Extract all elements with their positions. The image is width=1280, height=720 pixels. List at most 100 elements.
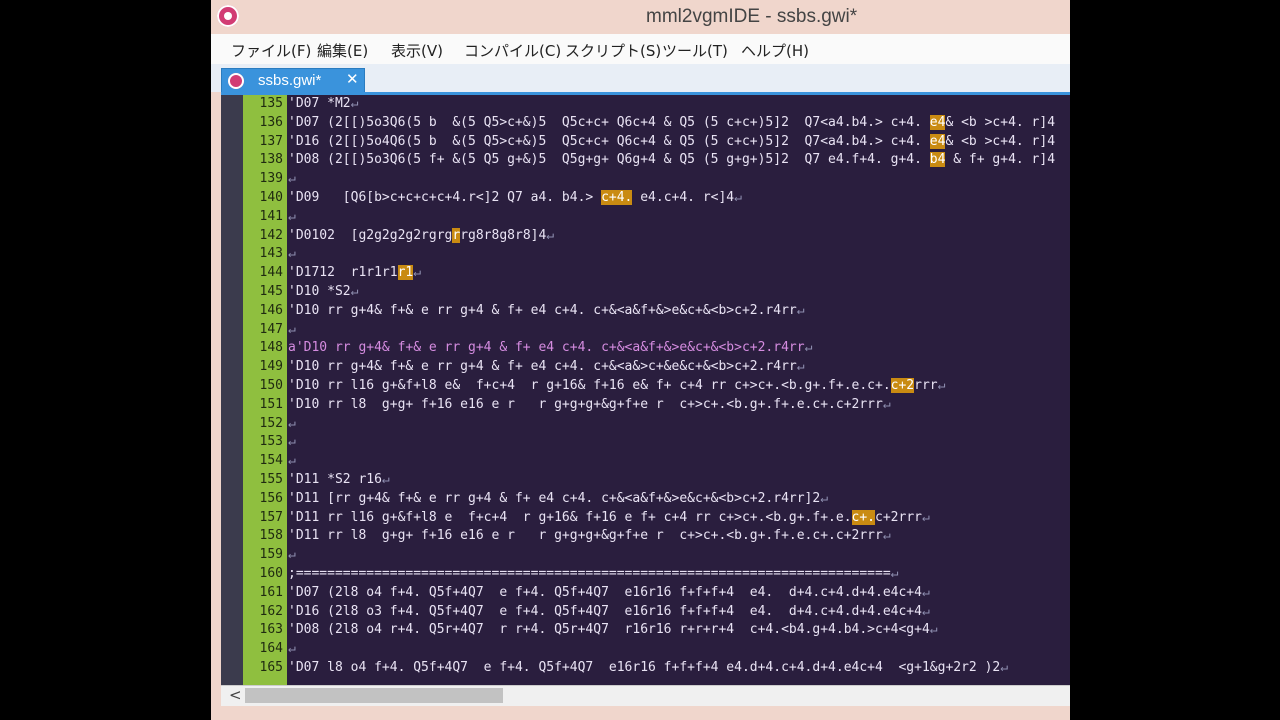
menu-item-1[interactable]: 編集(E) (317, 40, 368, 61)
code-line[interactable]: 'D16 (2l8 o3 f+4. Q5f+4Q7 e f+4. Q5f+4Q7… (288, 604, 930, 619)
line-number: 151 (259, 396, 283, 412)
code-line[interactable]: ↵ (288, 246, 296, 261)
code-text: & f+ g+4. r]4 (945, 152, 1056, 168)
code-text: 'D11 [rr g+4& f+& e rr g+4 & f+ e4 c+4. … (288, 490, 821, 506)
line-number: 136 (259, 114, 283, 130)
code-text: 'D10 rr g+4& f+& e rr g+4 & f+ e4 c+4. c… (288, 359, 797, 375)
code-line[interactable]: 'D10 rr g+4& f+& e rr g+4 & f+ e4 c+4. c… (288, 359, 805, 374)
code-line[interactable]: 'D11 *S2 r16↵ (288, 472, 390, 487)
line-number: 162 (259, 603, 283, 619)
end-of-line-icon: ↵ (288, 208, 296, 224)
code-line[interactable]: 'D10 rr l8 g+g+ f+16 e16 e r r g+g+g+&g+… (288, 397, 891, 412)
status-bar (211, 706, 1070, 720)
menu-bar: ファイル(F) 編集(E) 表示(V) コンパイル(C) スクリプト(S) ツール(T) ヘ… (211, 34, 1070, 65)
line-number: 146 (259, 302, 283, 318)
code-line[interactable]: ↵ (288, 434, 296, 449)
code-line[interactable]: ↵ (288, 209, 296, 224)
scroll-left-icon[interactable]: < (229, 686, 242, 704)
code-line[interactable]: 'D07 (2l8 o4 f+4. Q5f+4Q7 e f+4. Q5f+4Q7… (288, 585, 930, 600)
window-title: mml2vgmIDE - ssbs.gwi* (646, 6, 858, 27)
tab-strip: ssbs.gwi* ✕ (211, 64, 1070, 92)
end-of-line-icon: ↵ (796, 302, 805, 318)
menu-item-4[interactable]: スクリプト(S) (565, 40, 661, 61)
code-line[interactable]: ↵ (288, 322, 296, 337)
code-line[interactable]: ↵ (288, 171, 296, 186)
code-line[interactable]: 'D08 (2[[)5o3Q6(5 f+ &(5 Q5 g+&)5 Q5g+g+… (288, 152, 1056, 168)
code-line[interactable]: 'D07 (2[[)5o3Q6(5 b &(5 Q5>c+&)5 Q5c+c+ … (288, 114, 1056, 130)
horizontal-scrollbar[interactable]: < (221, 685, 1070, 706)
highlighted-token: c+. (851, 509, 876, 525)
line-number: 139 (259, 171, 283, 187)
code-line[interactable]: 'D11 rr l8 g+g+ f+16 e16 e r r g+g+g+&g+… (288, 528, 891, 543)
code-line[interactable]: 'D0102 [g2g2g2g2rgrgrrg8r8g8r8]4↵ (288, 227, 554, 243)
code-line[interactable]: 'D10 rr l16 g+&f+l8 e& f+c+4 r g+16& f+1… (288, 378, 945, 393)
line-number: 163 (259, 622, 283, 638)
end-of-line-icon: ↵ (921, 584, 930, 600)
line-number: 155 (259, 472, 283, 487)
line-number: 148 (259, 340, 283, 356)
end-of-line-icon: ↵ (288, 547, 296, 563)
code-line[interactable]: 'D11 [rr g+4& f+& e rr g+4 & f+ e4 c+4. … (288, 491, 828, 506)
highlighted-token: b4 (929, 152, 946, 168)
code-line[interactable]: 'D10 *S2↵ (288, 284, 358, 299)
end-of-line-icon: ↵ (929, 622, 938, 638)
app-logo-icon[interactable] (217, 5, 239, 27)
end-of-line-icon: ↵ (882, 528, 891, 544)
menu-item-5[interactable]: ツール(T) (662, 40, 728, 61)
menu-item-2[interactable]: 表示(V) (391, 40, 443, 61)
highlighted-token: e4 (929, 133, 946, 149)
code-line[interactable]: 'D07 l8 o4 f+4. Q5f+4Q7 e f+4. Q5f+4Q7 e… (288, 660, 1008, 675)
code-text: & <b >c+4. r]4 (945, 114, 1056, 130)
code-text: rrr (914, 378, 938, 393)
highlighted-token: e4 (929, 114, 946, 130)
menu-item-6[interactable]: ヘルプ(H) (741, 40, 809, 61)
code-line[interactable]: 'D16 (2[[)5o4Q6(5 b &(5 Q5>c+&)5 Q5c+c+ … (288, 133, 1056, 149)
menu-item-0[interactable]: ファイル(F) (231, 40, 311, 61)
code-text: & <b >c+4. r]4 (945, 133, 1056, 149)
title-bar[interactable]: mml2vgmIDE - ssbs.gwi* (211, 0, 1070, 34)
code-text: 'D07 l8 o4 f+4. Q5f+4Q7 e f+4. Q5f+4Q7 e… (288, 660, 1001, 675)
end-of-line-icon: ↵ (734, 190, 742, 205)
end-of-line-icon: ↵ (288, 171, 296, 187)
end-of-line-icon: ↵ (796, 359, 805, 375)
end-of-line-icon: ↵ (890, 566, 899, 581)
end-of-line-icon: ↵ (288, 453, 296, 469)
code-text: 'D10 rr g+4& f+& e rr g+4 & f+ e4 c+4. c… (288, 302, 797, 318)
end-of-line-icon: ↵ (921, 509, 930, 525)
scroll-thumb[interactable] (245, 688, 503, 703)
code-line[interactable]: 'D08 (2l8 o4 r+4. Q5r+4Q7 r r+4. Q5r+4Q7… (288, 622, 938, 637)
line-number: 137 (259, 133, 283, 149)
line-number: 141 (259, 208, 283, 224)
code-line[interactable]: 'D11 rr l16 g+&f+l8 e f+c+4 r g+16& f+16… (288, 509, 930, 525)
code-text: 'D07 (2[[)5o3Q6(5 b &(5 Q5>c+&)5 Q5c+c+ … (288, 114, 930, 130)
fold-margin (221, 95, 243, 685)
code-line[interactable]: 'D09 [Q6[b>c+c+c+c+4.r<]2 Q7 a4. b4.> c+… (288, 190, 742, 205)
line-number: 135 (259, 96, 283, 111)
code-line[interactable]: ;=======================================… (288, 566, 898, 581)
code-line[interactable]: ↵ (288, 416, 296, 431)
file-type-icon (228, 73, 244, 89)
code-line[interactable]: a'D10 rr g+4& f+& e rr g+4 & f+ e4 c+4. … (288, 340, 812, 355)
end-of-line-icon: ↵ (413, 265, 422, 281)
close-tab-icon[interactable]: ✕ (346, 70, 359, 88)
tab-ssbs[interactable]: ssbs.gwi* ✕ (221, 68, 365, 92)
code-text: 'D11 rr l16 g+&f+l8 e f+c+4 r g+16& f+16… (288, 509, 852, 525)
code-line[interactable]: 'D10 rr g+4& f+& e rr g+4 & f+ e4 c+4. c… (288, 303, 805, 318)
code-line[interactable]: ↵ (288, 547, 296, 562)
menu-item-3[interactable]: コンパイル(C) (464, 40, 561, 61)
end-of-line-icon: ↵ (350, 284, 359, 299)
line-number: 140 (259, 190, 283, 205)
code-text: 'D11 *S2 r16 (288, 472, 382, 487)
code-text: 'D10 *S2 (288, 284, 351, 299)
code-line[interactable]: 'D07 *M2↵ (288, 96, 358, 111)
line-number: 147 (259, 321, 283, 337)
end-of-line-icon: ↵ (921, 603, 930, 619)
code-text: 'D1712 r1r1r1 (288, 265, 398, 281)
code-line[interactable]: ↵ (288, 641, 296, 656)
end-of-line-icon: ↵ (381, 472, 390, 487)
code-line[interactable]: 'D1712 r1r1r1r1↵ (288, 265, 422, 281)
line-number: 165 (259, 660, 283, 675)
line-number: 138 (259, 152, 283, 168)
code-line[interactable]: ↵ (288, 453, 296, 468)
line-number: 157 (259, 509, 283, 525)
